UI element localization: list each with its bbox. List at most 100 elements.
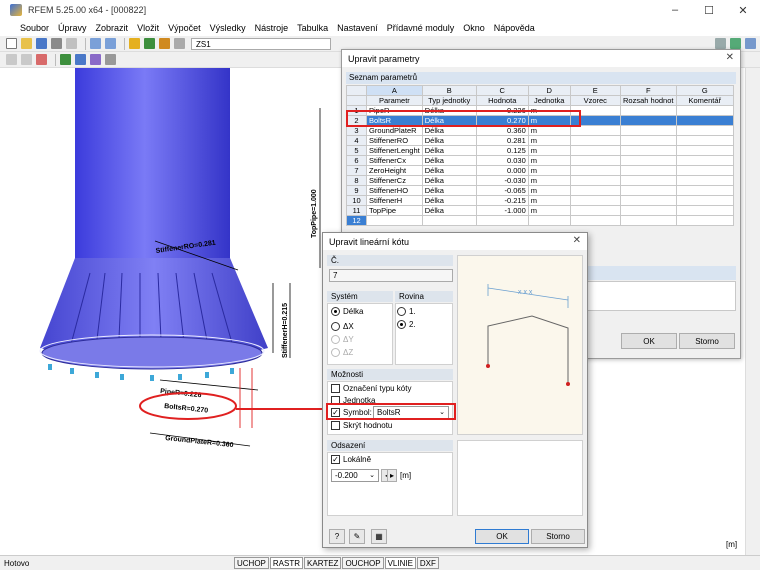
copy-icon[interactable] [66,38,77,49]
table-row[interactable]: 8 StiffenerCz Délka -0.030 m [346,175,734,186]
label-ground-plate-r[interactable]: GroundPlateR=0.360 [165,435,234,449]
status-kartez-button[interactable]: KARTEZ [304,557,342,569]
node-icon[interactable] [36,54,47,65]
member-icon[interactable] [75,54,86,65]
col-header-hodnota[interactable]: Hodnota [475,95,529,106]
table-row[interactable]: 4 StiffenerRO Délka 0.281 m [346,135,734,146]
offset-input[interactable]: -0.200 ⌄ [331,469,379,482]
hide-value-checkbox[interactable]: Skrýt hodnotu [331,421,392,430]
zoom-icon[interactable] [730,38,741,49]
edit-icon[interactable]: ✎ [349,529,365,544]
status-ouchop-button[interactable]: OUCHOP [342,557,384,569]
menu-okno[interactable]: Okno [463,23,485,33]
status-uchop-button[interactable]: UCHOP [234,557,269,569]
maximize-button[interactable]: ☐ [692,0,726,20]
status-vlinie-button[interactable]: VLINIE [384,557,416,569]
system-dy-radio: ΔY [331,335,354,344]
menu-tabulka[interactable]: Tabulka [297,23,328,33]
table-row[interactable]: 3 GroundPlateR Délka 0.360 m [346,125,734,136]
table-row[interactable]: 10 StiffenerH Délka -0.215 m [346,195,734,206]
menu-pridavne-moduly[interactable]: Přídavné moduly [387,23,455,33]
status-bar: Hotovo UCHOP RASTR KARTEZ OUCHOP VLINIE … [0,555,760,570]
col-header-parametr[interactable]: Parametr [366,95,423,106]
menu-napoveda[interactable]: Nápověda [494,23,535,33]
menu-vysledky[interactable]: Výsledky [210,23,246,33]
menu-nastaveni[interactable]: Nastavení [337,23,378,33]
results-icon[interactable] [144,38,155,49]
col-letter-b[interactable]: B [421,85,477,96]
col-letter-c[interactable]: C [475,85,529,96]
preview-image: x x x [486,284,570,386]
rotate-icon[interactable] [745,38,756,49]
help-icon[interactable]: ? [329,529,345,544]
display-icon[interactable] [159,38,170,49]
table-row[interactable]: 11 TopPipe Délka -1.000 m [346,205,734,216]
label-bolts-r[interactable]: BoltsR=0.270 [164,403,209,415]
parameter-table[interactable]: A B C D E F G Parametr Typ jednotky Hodn… [346,85,734,226]
col-header-typ-jednotky[interactable]: Typ jednotky [421,95,477,106]
plane-2-radio[interactable]: 2. [397,320,416,329]
close-button[interactable]: ✕ [726,0,760,20]
param-list-caption: Seznam parametrů [346,72,736,84]
param-cancel-button[interactable]: Storno [679,333,735,349]
menu-upravy[interactable]: Úpravy [58,23,87,33]
col-letter-d[interactable]: D [527,85,571,96]
undo-icon[interactable] [90,38,101,49]
calculator-icon[interactable]: ▦ [371,529,387,544]
system-dx-radio[interactable]: ΔX [331,322,354,331]
table-row[interactable]: 9 StiffenerHO Délka -0.065 m [346,185,734,196]
col-header-rozsah-hodnot[interactable]: Rozsah hodnot [619,95,677,106]
col-letter-e[interactable]: E [569,85,621,96]
dim-dialog-title: Upravit lineární kótu [329,236,410,247]
minimize-button[interactable]: – [658,0,692,20]
param-dialog-close-icon[interactable]: ✕ [726,52,734,63]
menu-nastroje[interactable]: Nástroje [255,23,289,33]
col-letter-f[interactable]: F [619,85,677,96]
system-delka-radio[interactable]: Délka [331,307,363,316]
menu-vypocet[interactable]: Výpočet [168,23,201,33]
vertical-scrollbar[interactable] [745,68,760,555]
load-case-select[interactable]: ZS1 [191,37,331,50]
col-header-komentar[interactable]: Komentář [675,95,734,106]
edit-linear-dimension-dialog: Upravit lineární kótu ✕ Č. 7 Systém Délk… [322,232,588,548]
local-checkbox[interactable]: ✓ Lokálně [331,455,371,464]
col-header-vzorec[interactable]: Vzorec [569,95,621,106]
table-row-new[interactable]: 12 [346,215,734,226]
new-file-icon[interactable] [6,38,17,49]
label-stiffener-h[interactable]: StiffenerH=0.215 [282,303,289,358]
status-rastr-button[interactable]: RASTR [269,557,304,569]
menu-vlozit[interactable]: Vložit [137,23,159,33]
unit-label: [m] [726,540,738,549]
table-icon[interactable] [174,38,185,49]
table-row[interactable]: 6 StiffenerCx Délka 0.030 m [346,155,734,166]
no-field[interactable]: 7 [329,269,453,282]
dim-dialog-close-icon[interactable]: ✕ [573,235,581,246]
pointer-icon[interactable] [21,54,32,65]
system-dz-radio: ΔZ [331,348,353,357]
unit-type-checkbox[interactable]: Označení typu kóty [331,384,411,393]
open-folder-icon[interactable] [21,38,32,49]
col-letter-a[interactable]: A [366,85,423,96]
table-row[interactable]: 5 StiffenerLenght Délka 0.125 m [346,145,734,156]
menu-soubor[interactable]: Soubor [20,23,49,33]
spin-right-button[interactable]: ▸ [387,469,397,482]
calc-icon[interactable] [129,38,140,49]
select-icon[interactable] [6,54,17,65]
col-header-jednotka[interactable]: Jednotka [527,95,571,106]
plane-1-radio[interactable]: 1. [397,307,416,316]
dim-ok-button[interactable]: OK [475,529,529,544]
line-icon[interactable] [60,54,71,65]
table-row[interactable]: 7 ZeroHeight Délka 0.000 m [346,165,734,176]
menu-zobrazit[interactable]: Zobrazit [96,23,129,33]
view-icon[interactable] [715,38,726,49]
redo-icon[interactable] [105,38,116,49]
status-dxf-button[interactable]: DXF [416,557,439,569]
save-icon[interactable] [36,38,47,49]
dim-cancel-button[interactable]: Storno [531,529,585,544]
col-letter-g[interactable]: G [675,85,734,96]
print-icon[interactable] [51,38,62,49]
surface-icon[interactable] [90,54,101,65]
param-ok-button[interactable]: OK [621,333,677,349]
label-top-pipe[interactable]: TopPipe=1.000 [311,189,318,238]
solid-icon[interactable] [105,54,116,65]
